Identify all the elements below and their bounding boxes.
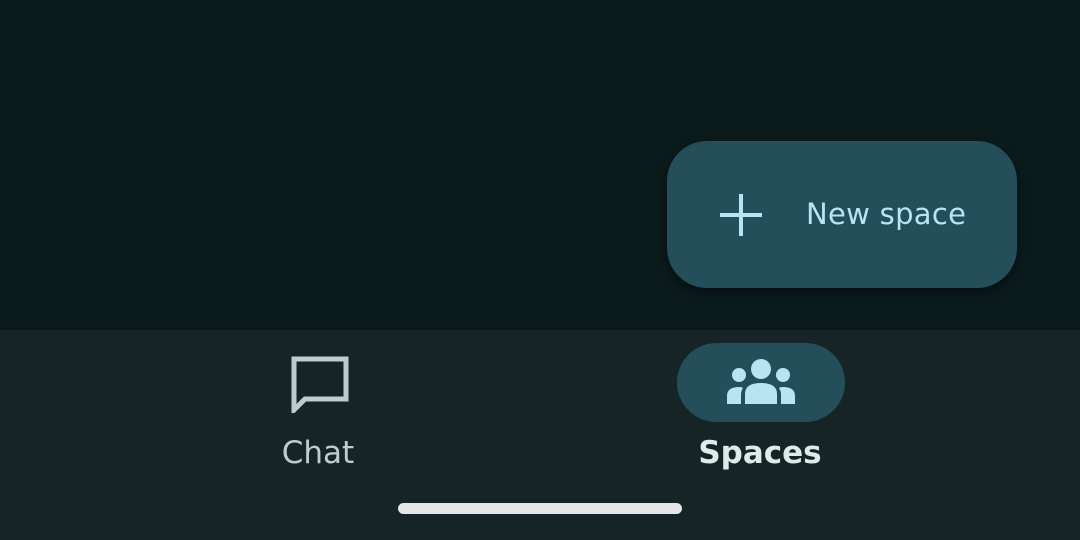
- home-indicator[interactable]: [398, 503, 682, 514]
- nav-item-label: Chat: [281, 435, 355, 471]
- nav-item-spaces[interactable]: Spaces: [660, 330, 860, 480]
- new-space-label: New space: [806, 197, 967, 231]
- group-icon: [727, 359, 795, 404]
- nav-item-label: Spaces: [698, 435, 822, 471]
- plus-icon: [720, 194, 762, 236]
- chat-bubble-icon: [291, 356, 349, 413]
- nav-item-chat[interactable]: Chat: [220, 330, 416, 480]
